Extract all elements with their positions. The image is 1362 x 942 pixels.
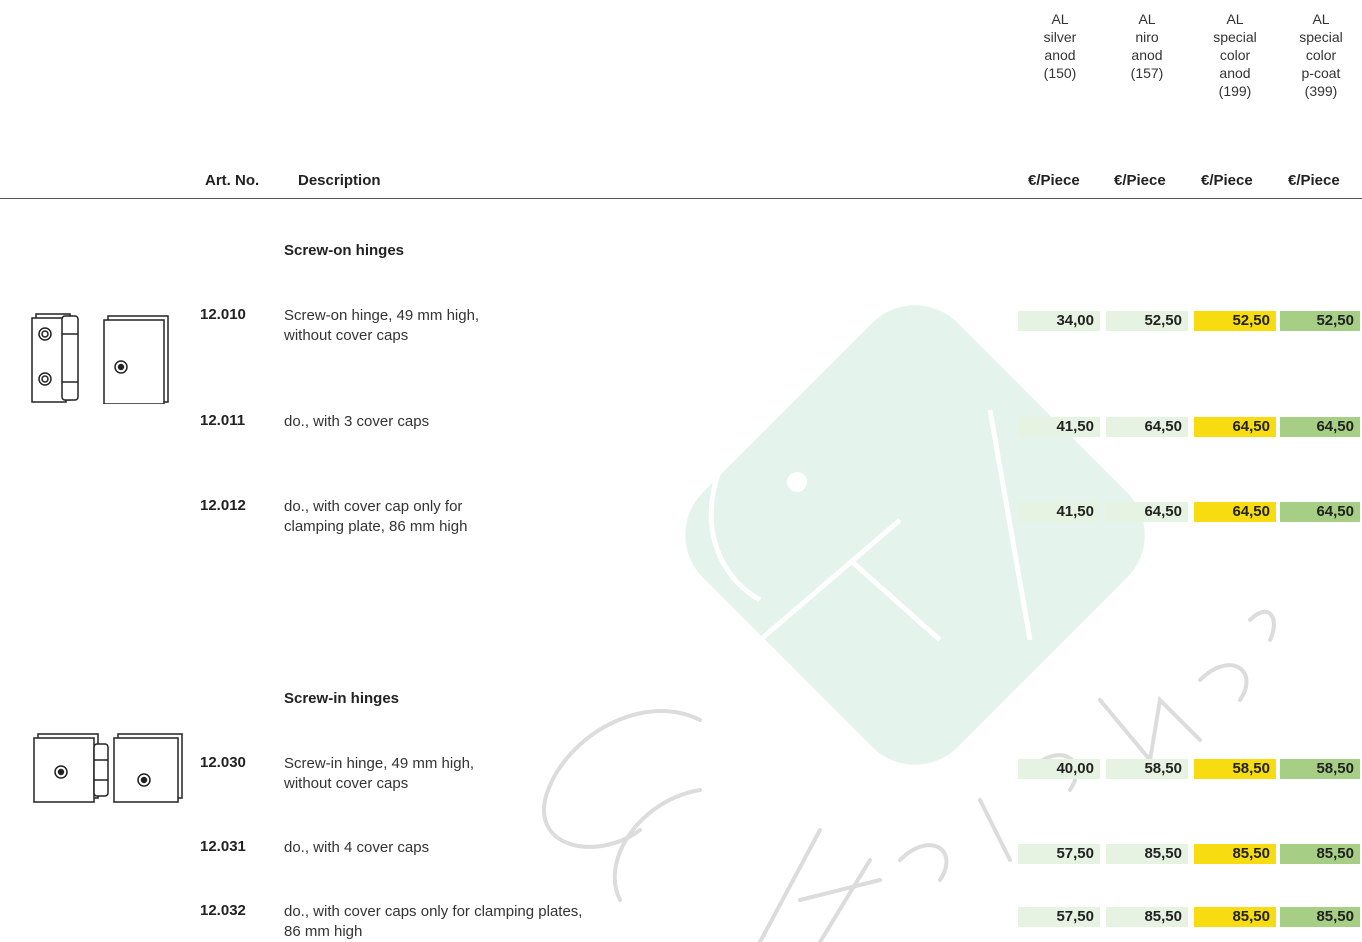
price-special-pcoat: 52,50 [1280, 311, 1360, 331]
column-head-special-anod: AL special color anod (199) [1213, 11, 1257, 99]
header-unit-1: €/Piece [1028, 172, 1080, 189]
price-special-pcoat: 64,50 [1280, 417, 1360, 437]
column-head-niro-anod: AL niro anod (157) [1130, 11, 1164, 81]
column-head-special-pcoat: AL special color p-coat (399) [1299, 11, 1343, 99]
screw-on-hinge-icon [31, 313, 169, 404]
price-niro-anod: 85,50 [1106, 844, 1188, 864]
price-special-anod: 58,50 [1194, 759, 1276, 779]
description-12010: Screw-on hinge, 49 mm high, without cove… [284, 307, 480, 344]
art-no-12031: 12.031 [200, 838, 246, 855]
art-no-12032: 12.032 [200, 902, 246, 919]
price-niro-anod: 64,50 [1106, 502, 1188, 522]
price-list: AL silver anod (150) AL niro anod (157) … [0, 0, 1362, 942]
art-no-12030: 12.030 [200, 754, 246, 771]
description-12011: do., with 3 cover caps [284, 413, 430, 430]
column-head-silver-anod: AL silver anod (150) [1043, 11, 1077, 81]
header-unit-2: €/Piece [1114, 172, 1166, 189]
header-unit-3: €/Piece [1201, 172, 1253, 189]
section-title-screw-in: Screw-in hinges [284, 690, 400, 707]
price-silver-anod: 57,50 [1018, 907, 1100, 927]
price-niro-anod: 64,50 [1106, 417, 1188, 437]
description-12031: do., with 4 cover caps [284, 839, 430, 856]
header-unit-4: €/Piece [1288, 172, 1340, 189]
art-no-12010: 12.010 [200, 306, 246, 323]
price-silver-anod: 40,00 [1018, 759, 1100, 779]
price-niro-anod: 58,50 [1106, 759, 1188, 779]
price-silver-anod: 41,50 [1018, 502, 1100, 522]
price-special-pcoat: 85,50 [1280, 844, 1360, 864]
price-special-pcoat: 64,50 [1280, 502, 1360, 522]
art-no-12011: 12.011 [200, 412, 246, 429]
description-12032: do., with cover caps only for clamping p… [284, 903, 583, 940]
price-special-anod: 64,50 [1194, 417, 1276, 437]
price-special-pcoat: 58,50 [1280, 759, 1360, 779]
price-special-anod: 64,50 [1194, 502, 1276, 522]
price-special-pcoat: 85,50 [1280, 907, 1360, 927]
description-12012: do., with cover cap only for clamping pl… [284, 498, 468, 535]
price-silver-anod: 34,00 [1018, 311, 1100, 331]
price-niro-anod: 52,50 [1106, 311, 1188, 331]
screw-in-hinge-icon [33, 733, 183, 803]
price-special-anod: 52,50 [1194, 311, 1276, 331]
header-description: Description [298, 172, 381, 189]
price-special-anod: 85,50 [1194, 844, 1276, 864]
price-silver-anod: 57,50 [1018, 844, 1100, 864]
description-12030: Screw-in hinge, 49 mm high, without cove… [284, 755, 475, 792]
art-no-12012: 12.012 [200, 497, 246, 514]
header-art-no: Art. No. [205, 172, 260, 189]
header-divider [0, 198, 1362, 199]
price-special-anod: 85,50 [1194, 907, 1276, 927]
price-niro-anod: 85,50 [1106, 907, 1188, 927]
section-title-screw-on: Screw-on hinges [284, 242, 405, 259]
price-silver-anod: 41,50 [1018, 417, 1100, 437]
